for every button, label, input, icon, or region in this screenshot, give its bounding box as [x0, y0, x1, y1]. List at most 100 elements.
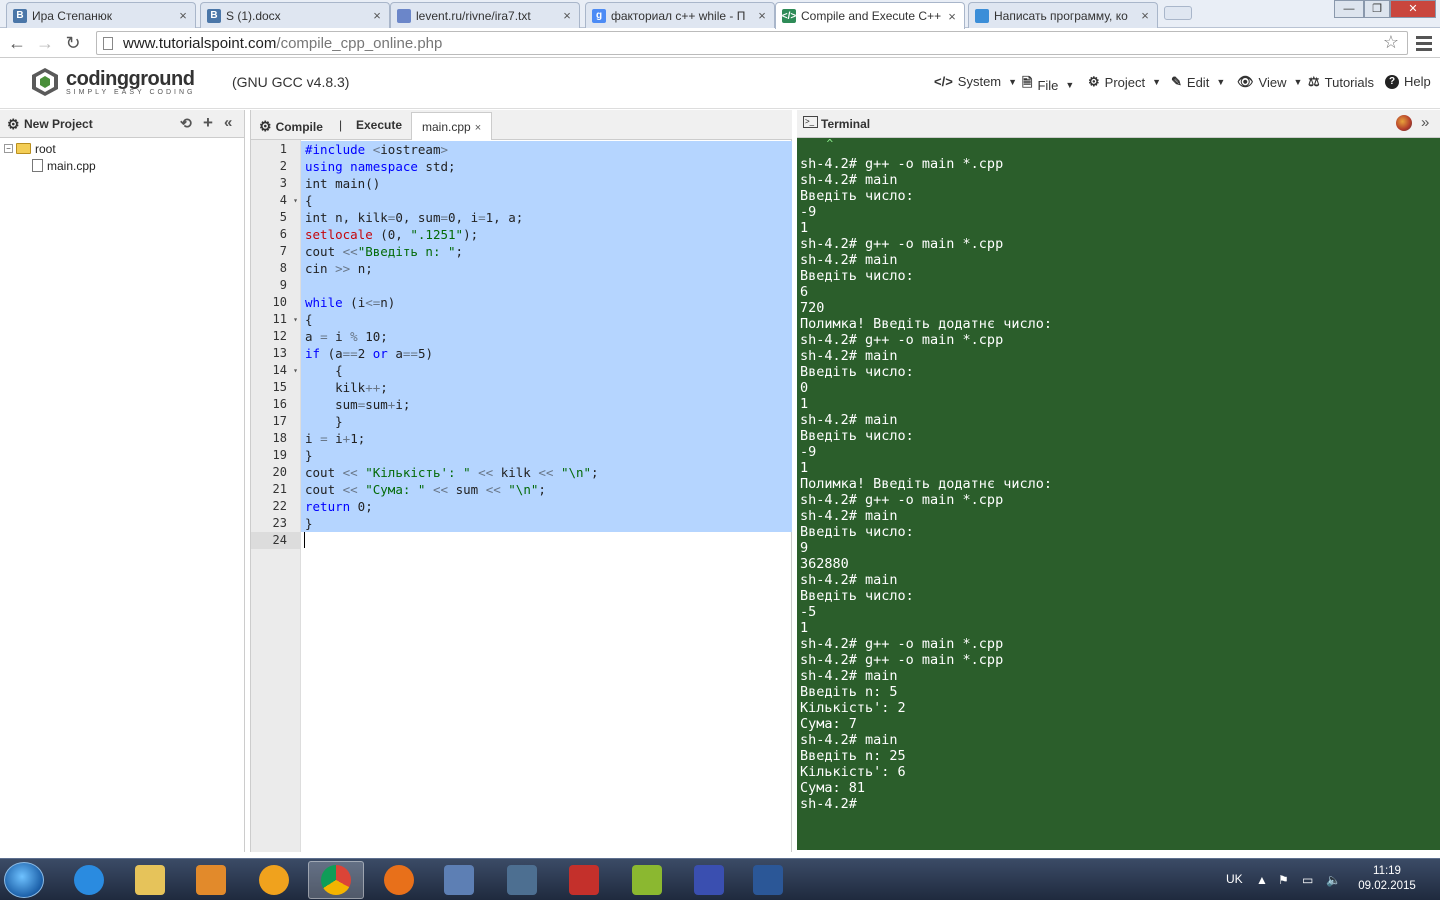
line-number: 19	[272, 448, 287, 462]
taskbar-app[interactable]	[431, 861, 487, 899]
browser-tab[interactable]: g факториал c++ while - П ×	[585, 2, 775, 28]
virtualbox-icon	[444, 865, 474, 895]
close-tab-icon[interactable]: ×	[1139, 8, 1151, 23]
close-tab-icon[interactable]: ×	[177, 8, 189, 23]
new-tab-button[interactable]	[1164, 6, 1192, 20]
chevron-down-icon: ▼	[1065, 80, 1075, 90]
browser-tab[interactable]: В S (1).docx ×	[200, 2, 390, 28]
close-window-button[interactable]: ✕	[1390, 0, 1436, 18]
avast-icon	[259, 865, 289, 895]
add-icon[interactable]: +	[203, 113, 213, 133]
terminal-line: 362880	[800, 556, 849, 572]
internet-explorer-icon	[74, 865, 104, 895]
close-tab-icon[interactable]: ×	[756, 8, 768, 23]
menu-help[interactable]: ? Help	[1385, 74, 1431, 89]
tree-file-main-cpp[interactable]: main.cpp	[4, 157, 240, 174]
fold-arrow-icon[interactable]: ▾	[293, 362, 298, 379]
page-icon	[103, 36, 113, 50]
taskbar-app[interactable]	[619, 861, 675, 899]
vk-icon: В	[13, 8, 27, 23]
address-bar[interactable]: www.tutorialspoint.com/compile_cpp_onlin…	[96, 31, 1408, 55]
tutorialspoint-icon: </>	[781, 9, 797, 23]
taskbar-app[interactable]	[494, 861, 550, 899]
taskbar-app[interactable]	[61, 861, 117, 899]
reload-icon[interactable]: ↻	[62, 32, 84, 54]
menu-tutorials[interactable]: ⚖ Tutorials	[1308, 74, 1374, 90]
taskbar-app[interactable]	[308, 861, 364, 899]
volume-icon[interactable]: 🔈	[1326, 873, 1341, 887]
chrome-menu-icon[interactable]	[1416, 33, 1432, 54]
refresh-icon[interactable]: ⟲	[180, 115, 192, 132]
terminal-line: 1	[800, 620, 809, 636]
show-hidden-icons-icon[interactable]: ▲	[1256, 873, 1268, 887]
menu-file[interactable]: 🗎 File ▼	[1022, 74, 1074, 96]
maximize-button[interactable]: ❐	[1364, 0, 1390, 18]
new-project-label[interactable]: New Project	[24, 117, 93, 131]
terminal-title: Terminal	[821, 117, 871, 131]
taskbar-app[interactable]	[740, 861, 796, 899]
tree-root[interactable]: − root	[4, 140, 240, 157]
codingground-logo-icon[interactable]	[30, 67, 60, 97]
code-editor[interactable]: #include <iostream> using namespace std; i…	[301, 140, 792, 852]
document-icon	[397, 8, 411, 23]
browser-tab[interactable]: levent.ru/rivne/ira7.txt ×	[390, 2, 580, 28]
tab-main-cpp[interactable]: main.cpp ×	[411, 112, 493, 140]
url-host: www.tutorialspoint.com	[123, 34, 277, 52]
code-line: }	[305, 448, 313, 463]
menu-view[interactable]: 👁 View ▼	[1237, 74, 1302, 90]
logo-name[interactable]: codingground	[66, 68, 195, 91]
close-tab-icon[interactable]: ×	[561, 8, 573, 23]
taskbar-app[interactable]	[371, 861, 427, 899]
menu-system[interactable]: </> System ▼	[934, 74, 1017, 89]
gear-icon[interactable]: ⚙	[7, 116, 20, 133]
bookmark-star-icon[interactable]: ☆	[1383, 32, 1399, 53]
collapse-panel-icon[interactable]: «	[224, 114, 232, 131]
browser-tab[interactable]: Написать программу, ко ×	[968, 2, 1158, 28]
fold-arrow-icon[interactable]: ▾	[293, 192, 298, 209]
close-tab-icon[interactable]: ×	[475, 122, 481, 134]
terminal-line: Введіть число:	[800, 188, 914, 204]
language-indicator[interactable]: UK	[1226, 872, 1243, 886]
menu-label: Help	[1404, 74, 1431, 89]
compile-button[interactable]: ⚙ Compile	[259, 118, 323, 135]
network-icon[interactable]: ▭	[1302, 873, 1313, 887]
menu-label: Tutorials	[1324, 74, 1375, 90]
taskbar-app[interactable]	[122, 861, 178, 899]
terminal-icon: >_	[803, 116, 818, 128]
flag-icon[interactable]: ⚑	[1278, 873, 1289, 887]
taskbar-app[interactable]	[183, 861, 239, 899]
menu-edit[interactable]: ✎ Edit ▼	[1171, 74, 1225, 90]
terminal-header: >_ Terminal »	[797, 110, 1440, 138]
execute-button[interactable]: Execute	[356, 118, 402, 132]
tree-root-label: root	[35, 141, 56, 156]
back-icon[interactable]: ←	[6, 32, 28, 54]
menu-project[interactable]: ⚙ Project ▼	[1088, 74, 1161, 90]
browser-tab[interactable]: В Ира Степанюк ×	[6, 2, 196, 28]
terminal-line: 6	[800, 284, 809, 300]
line-number: 23	[272, 516, 287, 530]
terminal-line: Кількість': 2	[800, 700, 906, 716]
chevron-down-icon: ▼	[1216, 77, 1226, 87]
collapse-icon[interactable]: −	[4, 144, 13, 153]
settings-wheel-icon[interactable]	[1396, 115, 1412, 131]
clock[interactable]: 11:19 09.02.2015	[1354, 865, 1420, 892]
folder-icon	[16, 143, 31, 154]
start-button[interactable]	[4, 862, 44, 898]
menu-label: Edit	[1186, 74, 1210, 90]
terminal-output[interactable]: ^ sh-4.2# g++ -o main *.cpp sh-4.2# main Вв…	[797, 138, 1440, 850]
forward-icon[interactable]: →	[34, 32, 56, 54]
code-line: {	[305, 363, 343, 378]
terminal-line: Введіть число:	[800, 268, 914, 284]
browser-tab[interactable]: </> Compile and Execute C++ ×	[775, 2, 965, 29]
chevron-down-icon: ▼	[1152, 77, 1162, 87]
taskbar-app[interactable]	[681, 861, 737, 899]
line-number: 11 ▾	[272, 311, 298, 328]
taskbar-app[interactable]	[246, 861, 302, 899]
expand-panel-icon[interactable]: »	[1421, 114, 1429, 131]
code-line: }	[305, 414, 343, 429]
close-tab-icon[interactable]: ×	[371, 8, 383, 23]
minimize-button[interactable]: —	[1334, 0, 1364, 18]
taskbar-app[interactable]	[556, 861, 612, 899]
fold-arrow-icon[interactable]: ▾	[293, 311, 298, 328]
close-tab-icon[interactable]: ×	[946, 9, 958, 24]
